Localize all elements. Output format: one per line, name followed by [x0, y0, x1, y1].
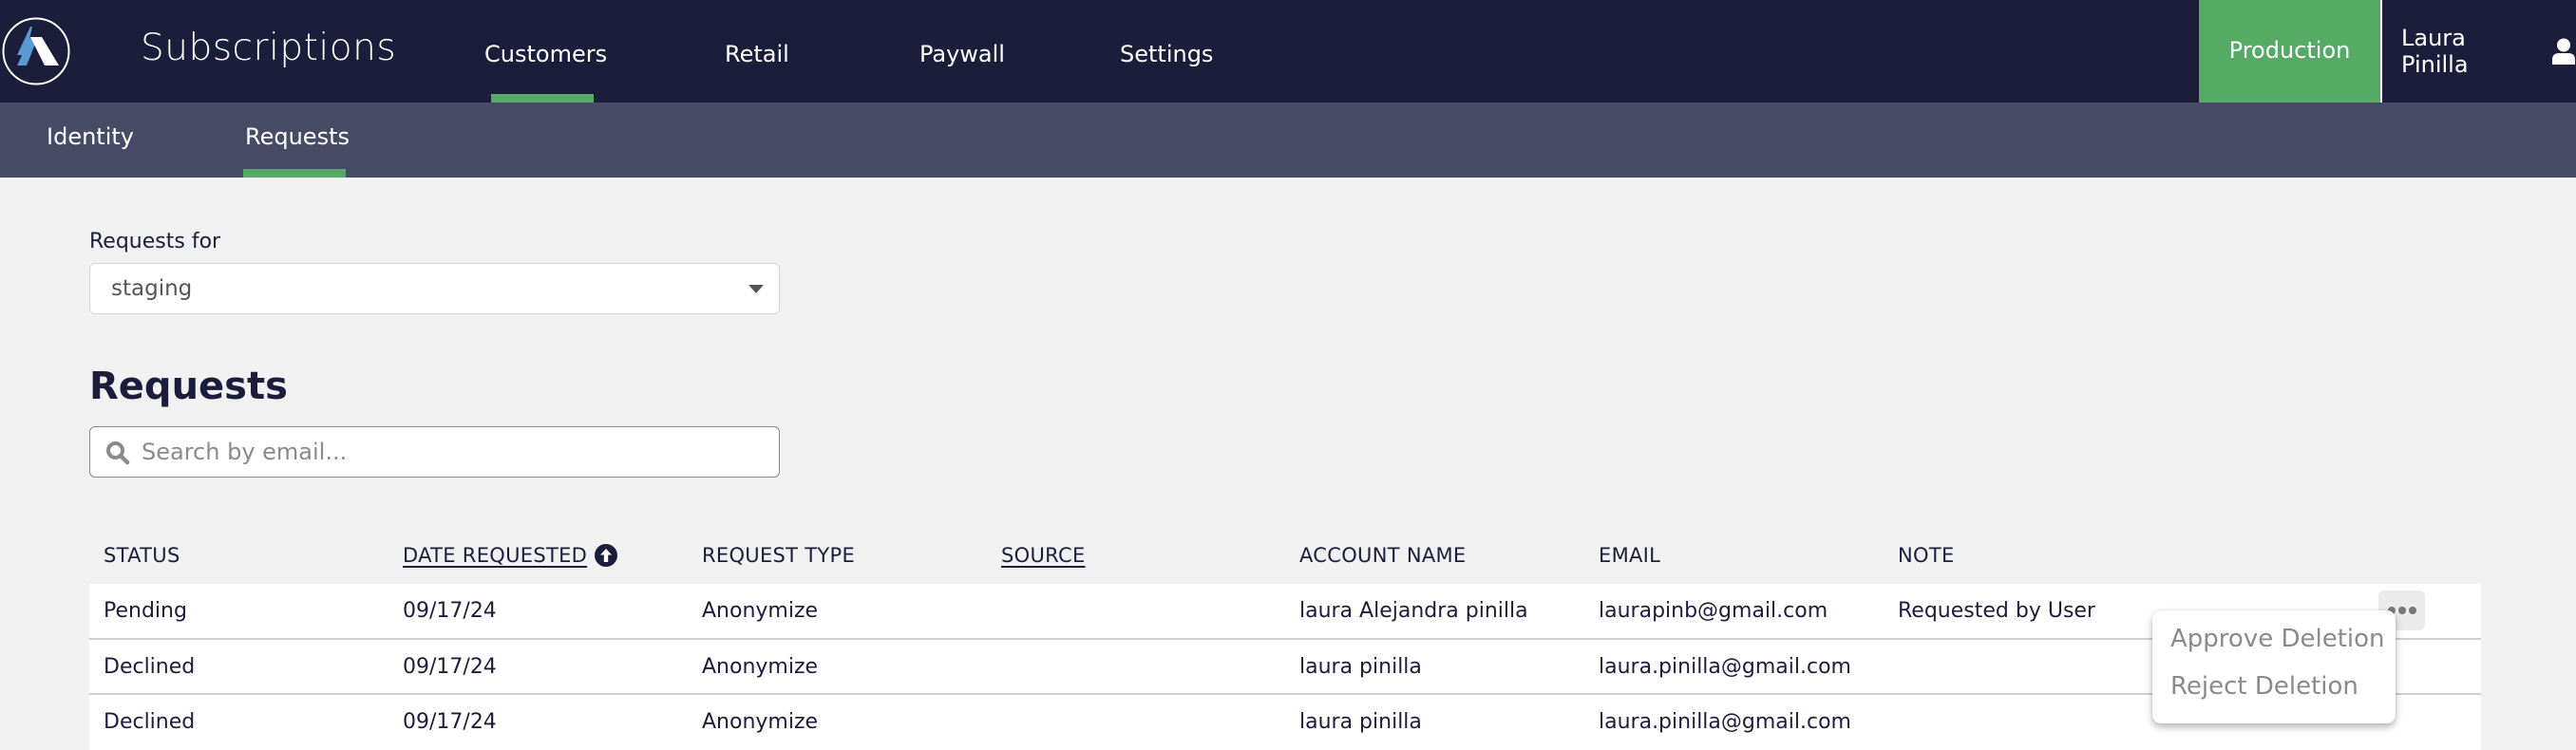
column-header-account-name: ACCOUNT NAME: [1299, 544, 1467, 567]
nav-customers[interactable]: Customers: [484, 36, 607, 72]
caret-down-icon: [748, 285, 764, 293]
column-header-request-type: REQUEST TYPE: [702, 544, 856, 567]
search-icon: [106, 441, 130, 465]
column-header-source[interactable]: SOURCE: [1001, 541, 1086, 570]
section-title: Requests: [89, 365, 288, 408]
sort-ascending-icon[interactable]: [595, 544, 618, 567]
column-header-email: EMAIL: [1599, 544, 1661, 567]
cell-status: Declined: [104, 654, 196, 679]
cell-note: Requested by User: [1898, 599, 2095, 623]
cell-email: laura.pinilla@gmail.com: [1599, 654, 1851, 679]
nav-retail[interactable]: Retail: [725, 36, 789, 72]
subnav-active-indicator: [243, 169, 346, 178]
top-header: Subscriptions Customers Retail Paywall S…: [0, 0, 2576, 103]
cell-account-name: laura Alejandra pinilla: [1299, 599, 1528, 623]
user-icon: [2552, 38, 2575, 65]
environment-select[interactable]: staging: [89, 263, 780, 314]
cell-account-name: laura pinilla: [1299, 710, 1422, 734]
requests-for-label: Requests for: [89, 230, 221, 253]
search-email-input[interactable]: [142, 427, 768, 477]
ellipsis-icon-dot: [2397, 607, 2406, 614]
menu-item-approve-deletion[interactable]: Approve Deletion: [2152, 620, 2396, 667]
cell-status: Pending: [104, 599, 187, 623]
requests-table: STATUS DATE REQUESTED REQUEST TYPE SOURC…: [89, 527, 2481, 750]
subnav-requests[interactable]: Requests: [245, 120, 350, 154]
column-header-date-requested-label: DATE REQUESTED: [403, 544, 588, 567]
column-header-date-requested[interactable]: DATE REQUESTED: [403, 541, 618, 570]
cell-date: 09/17/24: [403, 654, 497, 679]
environment-select-value: staging: [111, 276, 193, 301]
menu-item-reject-deletion[interactable]: Reject Deletion: [2152, 667, 2396, 715]
nav-paywall[interactable]: Paywall: [919, 36, 1005, 72]
table-row[interactable]: Declined 09/17/24 Anonymize laura pinill…: [89, 639, 2481, 695]
sub-navigation: Identity Requests: [0, 103, 2576, 178]
environment-button[interactable]: Production: [2199, 0, 2382, 103]
table-row[interactable]: Pending 09/17/24 Anonymize laura Alejand…: [89, 584, 2481, 640]
cell-account-name: laura pinilla: [1299, 654, 1422, 679]
nav-active-indicator: [491, 94, 594, 103]
cell-status: Declined: [104, 710, 196, 734]
row-actions-menu: Approve Deletion Reject Deletion: [2152, 610, 2396, 723]
cell-request-type: Anonymize: [702, 710, 819, 734]
app-logo-icon[interactable]: [2, 17, 70, 85]
cell-email: laura.pinilla@gmail.com: [1599, 710, 1851, 734]
cell-request-type: Anonymize: [702, 654, 819, 679]
app-title: Subscriptions: [141, 27, 397, 69]
user-name: Laura Pinilla: [2401, 25, 2469, 78]
environment-label: Production: [2228, 37, 2351, 64]
cell-email: laurapinb@gmail.com: [1599, 599, 1828, 623]
nav-settings[interactable]: Settings: [1120, 36, 1213, 72]
table-header: STATUS DATE REQUESTED REQUEST TYPE SOURC…: [89, 527, 2481, 584]
cell-request-type: Anonymize: [702, 599, 819, 623]
user-menu[interactable]: Laura Pinilla: [2401, 25, 2576, 78]
column-header-status: STATUS: [104, 544, 180, 567]
cell-date: 09/17/24: [403, 599, 497, 623]
column-header-note: NOTE: [1898, 544, 1955, 567]
table-row[interactable]: Declined 09/17/24 Anonymize laura pinill…: [89, 695, 2481, 750]
subnav-identity[interactable]: Identity: [47, 120, 134, 154]
cell-date: 09/17/24: [403, 710, 497, 734]
search-box: [89, 426, 780, 478]
ellipsis-icon-dot: [2408, 607, 2416, 614]
